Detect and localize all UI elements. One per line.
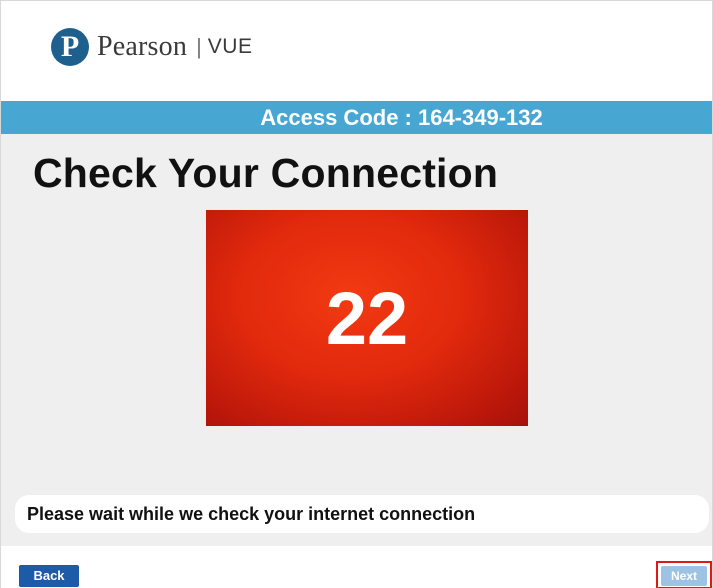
product-name: VUE xyxy=(207,35,253,58)
countdown-timer: 22 xyxy=(206,210,528,426)
back-button[interactable]: Back xyxy=(19,565,79,587)
brand-name: Pearson xyxy=(97,31,188,62)
status-message-box: Please wait while we check your internet… xyxy=(15,495,709,533)
proctor-connection-check-page: P Pearson | VUE Access Code : 164-349-13… xyxy=(0,0,713,588)
countdown-value: 22 xyxy=(325,276,409,360)
next-button[interactable]: Next xyxy=(661,566,707,586)
access-code-bar: Access Code : 164-349-132 xyxy=(1,101,712,134)
logo-separator: | xyxy=(196,34,202,59)
header: P Pearson | VUE xyxy=(1,1,712,101)
main-content: Check Your Connection 22 Please wait whi… xyxy=(1,134,712,546)
next-button-highlight: Next xyxy=(656,561,712,588)
pearson-vue-logo: P Pearson | VUE xyxy=(51,28,252,66)
pearson-logo-icon: P xyxy=(51,28,89,66)
status-message: Please wait while we check your internet… xyxy=(27,504,476,524)
footer: Back Next xyxy=(1,546,712,588)
page-title: Check Your Connection xyxy=(33,150,499,196)
